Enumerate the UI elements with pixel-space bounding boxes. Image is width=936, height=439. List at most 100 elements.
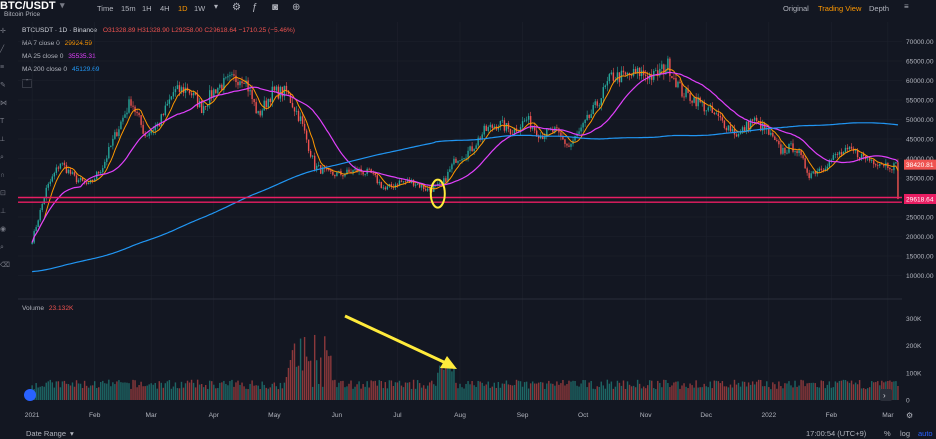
chevron-down-icon[interactable]: ▾ [214,2,218,11]
lock-icon[interactable]: ⊡ [0,190,9,198]
ma25-legend[interactable]: MA 25 close 0 35535.31 [22,53,96,60]
candle-body [792,143,794,152]
volume-bar [211,381,213,400]
candle-body [61,162,64,164]
candle-body [271,86,274,103]
volume-bar [297,365,300,400]
candle-body [576,133,578,137]
volume-bar [628,384,631,400]
candle-body [301,116,304,124]
candle-body [533,127,536,131]
settings-icon[interactable]: ⚙ [232,2,241,13]
trash-icon[interactable]: ⌫ [0,262,10,270]
volume-label: Volume [22,305,44,312]
magnet-icon[interactable]: ∩ [0,172,9,180]
volume-bar [420,387,423,400]
auto-toggle[interactable]: auto [918,429,933,438]
date-range-button[interactable]: Date Range [26,429,66,438]
volume-bar [717,381,720,400]
eye-icon[interactable]: ◉ [0,226,9,234]
tab-4h[interactable]: 4H [160,4,170,13]
volume-bar [313,334,316,400]
candle-body [592,104,594,115]
volume-bar [182,387,185,400]
measure-icon[interactable]: ⟂ [0,136,9,144]
ma7-legend[interactable]: MA 7 close 0 29924.59 [22,40,92,47]
volume-bar [81,388,84,400]
volume-bar [188,382,191,400]
percent-toggle[interactable]: % [884,429,891,438]
candle-body [501,120,504,122]
candle-body [299,116,302,121]
volume-bar [665,379,667,400]
volume-bar [638,383,641,400]
chevron-icon[interactable]: ≡ [904,2,909,11]
candle-body [895,162,897,164]
volume-bar [568,380,570,400]
tab-original[interactable]: Original [783,4,809,13]
candle-body [98,171,100,174]
trendline-icon[interactable]: ╱ [0,46,9,54]
candle-body [479,137,481,140]
volume-bar [239,384,241,400]
crosshair-icon[interactable]: ✛ [0,28,9,36]
tab-1w[interactable]: 1W [194,4,205,13]
candle-body [798,150,800,154]
tab-depth[interactable]: Depth [869,4,889,13]
volume-bar [89,385,92,400]
volume-bar [594,389,596,400]
candle-body [136,111,138,114]
indicator-icon[interactable]: ƒ [252,2,258,13]
volume-bar [338,382,340,400]
chevron-down-icon[interactable]: ▾ [70,429,74,438]
collapse-legend-button[interactable]: ˆ [22,79,33,88]
volume-bar [247,389,249,400]
volume-bar [96,387,98,400]
volume-bar [598,386,600,400]
volume-bar [253,385,255,400]
tab-1h[interactable]: 1H [142,4,152,13]
volume-bar [467,381,469,400]
log-toggle[interactable]: log [900,429,910,438]
zoom-icon[interactable]: ⌕ [0,154,9,162]
tab-1d[interactable]: 1D [178,4,188,13]
volume-bar [225,383,227,400]
time-tick-label: 2021 [25,412,40,419]
candle-body [257,111,259,114]
tab-trading-view[interactable]: Trading View [818,4,861,13]
candle-body [146,135,148,137]
pattern-icon[interactable]: ⋈ [0,100,9,108]
chevron-down-icon[interactable]: ▾ [60,0,65,11]
price-chart[interactable]: 70000.00 65000.00 60000.00 55000.00 50000.00… [0,0,936,439]
time-tick-label: Mar [146,412,158,419]
candle-body [808,172,810,179]
ruler-icon[interactable]: ⊥ [0,208,9,216]
volume-bar [424,388,427,400]
candle-body [481,134,483,140]
volume-bar [265,387,267,400]
candle-body [669,58,671,77]
tab-15m[interactable]: 15m [121,4,136,13]
volume-bar [893,381,895,400]
candle-body [523,120,526,122]
price-tick-label: 20000.00 [906,234,934,241]
volume-bar [760,380,762,400]
volume-bar [572,380,574,400]
candle-body [463,158,465,159]
fib-icon[interactable]: ≡ [0,64,9,72]
text-icon[interactable]: T [0,118,9,126]
volume-bar [360,388,362,400]
plus-icon[interactable]: ⊕ [292,2,300,13]
candle-body [358,168,360,172]
brush-icon[interactable]: ✎ [0,82,9,90]
candle-body [221,84,223,90]
volume-bar [178,388,181,400]
candle-body [848,146,851,150]
ma200-legend[interactable]: MA 200 close 0 45129.69 [22,66,99,73]
volume-bar [346,386,348,400]
candle-body [580,127,582,132]
search-icon[interactable]: ⌕ [0,244,9,252]
volume-bar [49,379,51,400]
tab-time[interactable]: Time [97,4,113,13]
camera-icon[interactable]: ◙ [272,2,278,13]
